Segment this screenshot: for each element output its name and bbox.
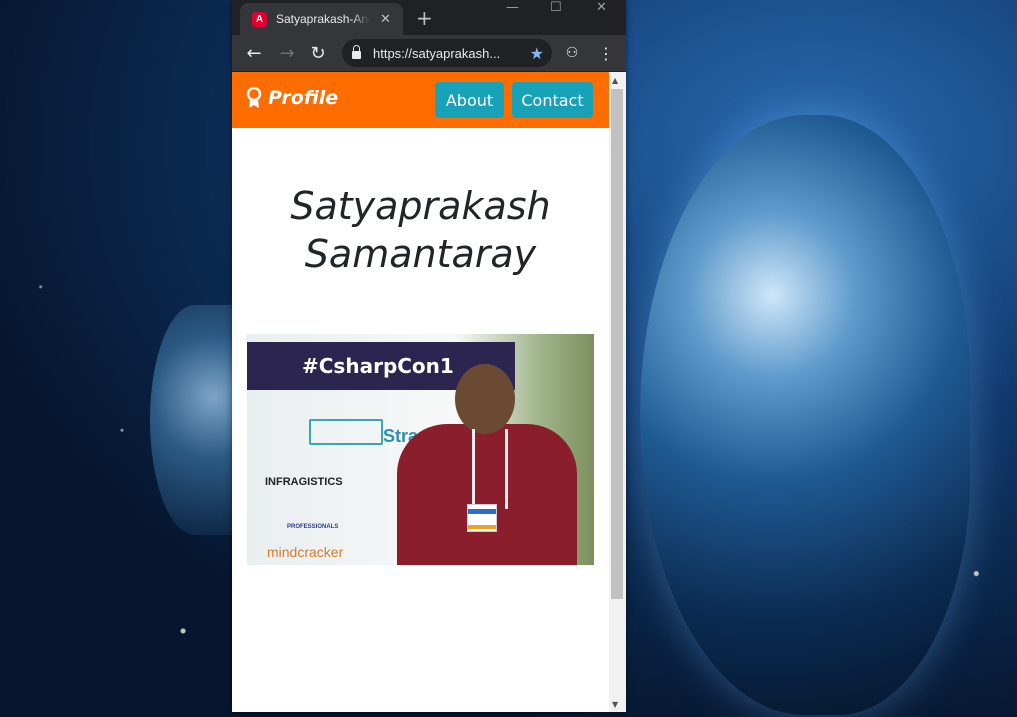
scroll-down-icon[interactable]: ▼ <box>612 700 618 709</box>
minimize-icon[interactable]: — <box>506 0 519 15</box>
browser-toolbar: ← → ↻ https://satyaprakash... ★ ⚇ ⋮ <box>232 35 626 71</box>
sponsor-text-3: PROFESSIONALS <box>287 524 339 530</box>
tab-title: Satyaprakash-Angular <box>276 12 370 26</box>
award-icon <box>246 87 262 108</box>
incognito-icon[interactable]: ⚇ <box>560 45 584 61</box>
navbar: Profile About Contact <box>232 72 609 128</box>
lanyard <box>472 429 508 509</box>
back-icon[interactable]: ← <box>242 43 266 64</box>
sponsor-logo-icon <box>309 419 383 445</box>
browser-window: A Satyaprakash-Angular ✕ + — ☐ ✕ ← → ↻ h… <box>232 0 626 712</box>
planet-left <box>150 305 240 535</box>
heading-line2: Samantaray <box>304 232 537 276</box>
page-viewport: Profile About Contact Satyaprakash Saman… <box>232 72 609 712</box>
maximize-icon[interactable]: ☐ <box>550 0 562 15</box>
contact-button[interactable]: Contact <box>512 82 593 118</box>
scroll-up-icon[interactable]: ▲ <box>612 76 618 85</box>
lock-icon <box>352 45 361 59</box>
angular-icon: A <box>252 11 267 27</box>
planet <box>640 115 970 715</box>
person-head <box>455 364 515 434</box>
close-window-icon[interactable]: ✕ <box>596 0 607 15</box>
close-tab-icon[interactable]: ✕ <box>380 12 391 27</box>
sponsor-text-4: mindcracker <box>267 544 344 560</box>
about-button[interactable]: About <box>435 82 504 118</box>
name-badge <box>467 504 497 532</box>
scroll-thumb[interactable] <box>611 89 623 599</box>
brand-label: Profile <box>268 87 339 109</box>
browser-tab[interactable]: A Satyaprakash-Angular ✕ <box>240 3 403 35</box>
profile-photo: #CsharpCon1 Stra INFRAGISTICS PROFESSION… <box>247 334 594 565</box>
forward-icon[interactable]: → <box>275 43 299 64</box>
new-tab-icon[interactable]: + <box>416 6 433 30</box>
vertical-scrollbar[interactable]: ▲ ▼ <box>609 72 626 712</box>
page-title: Satyaprakash Samantaray <box>232 182 609 278</box>
url-text: https://satyaprakash... <box>373 45 501 61</box>
bookmark-star-icon[interactable]: ★ <box>530 44 544 63</box>
tab-strip: A Satyaprakash-Angular ✕ + — ☐ ✕ <box>232 0 626 35</box>
sponsor-text-2: INFRAGISTICS <box>265 476 343 488</box>
navbar-brand[interactable]: Profile <box>246 87 338 109</box>
menu-icon[interactable]: ⋮ <box>594 44 618 63</box>
address-bar[interactable]: https://satyaprakash... ★ <box>342 39 552 67</box>
heading-line1: Satyaprakash <box>290 184 551 228</box>
reload-icon[interactable]: ↻ <box>306 43 330 64</box>
